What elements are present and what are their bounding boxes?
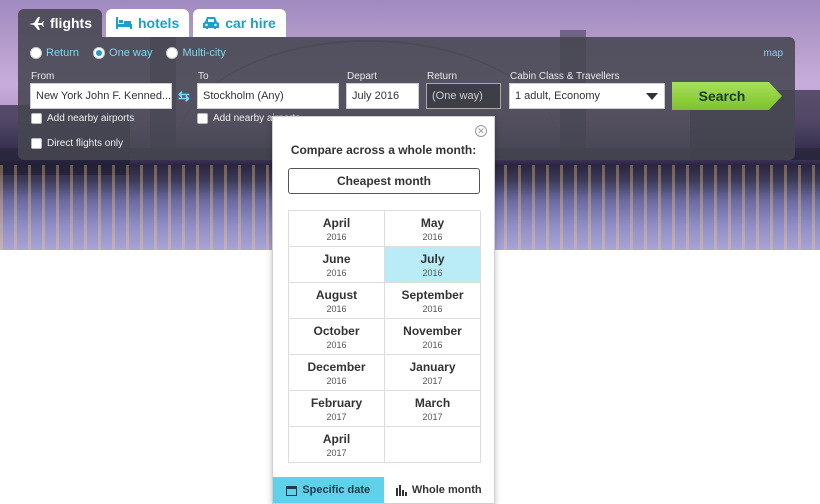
month-name: August	[315, 287, 358, 302]
radio-multi-city-dot	[166, 47, 179, 59]
direct-flights-label: Direct flights only	[47, 138, 124, 149]
bar-chart-icon	[395, 484, 407, 496]
to-label: To	[198, 71, 209, 82]
bed-icon	[116, 17, 132, 29]
month-year: 2016	[326, 267, 347, 278]
month-cell-selected[interactable]: July 2016	[385, 247, 481, 283]
plane-icon	[29, 17, 44, 30]
month-name: April	[322, 215, 351, 230]
month-name: May	[420, 215, 445, 230]
month-cell[interactable]: April 2017	[289, 427, 385, 463]
month-year: 2016	[422, 303, 443, 314]
swap-icon[interactable]: ⇆	[178, 87, 192, 105]
depart-label: Depart	[347, 71, 378, 82]
nearby-airports-from-checkbox[interactable]: Add nearby airports	[31, 113, 134, 124]
month-year: 2017	[326, 411, 347, 422]
month-year: 2016	[326, 339, 347, 350]
to-input[interactable]: Stockholm (Any)	[197, 83, 339, 109]
month-name: November	[403, 323, 462, 338]
return-label: Return	[427, 71, 458, 82]
depart-input[interactable]: July 2016	[346, 83, 419, 109]
month-year: 2017	[422, 375, 443, 386]
month-cell[interactable]: April 2016	[289, 211, 385, 247]
month-year: 2017	[326, 447, 347, 458]
month-name: July	[420, 251, 445, 266]
month-cell[interactable]: November 2016	[385, 319, 481, 355]
chevron-down-icon	[646, 93, 658, 100]
month-year: 2016	[422, 339, 443, 350]
date-mode-tabs: Specific date Whole month	[273, 477, 494, 503]
search-button[interactable]: Search	[672, 82, 782, 110]
radio-return-label: Return	[46, 47, 80, 59]
tab-flights[interactable]: flights	[18, 9, 102, 37]
nearby-airports-from-label: Add nearby airports	[47, 113, 135, 124]
month-year: 2016	[422, 231, 443, 242]
month-name: June	[322, 251, 351, 266]
tab-specific-date[interactable]: Specific date	[273, 477, 384, 503]
cabin-select[interactable]: 1 adult, Economy	[509, 83, 665, 109]
radio-multi-city[interactable]: Multi-city	[166, 47, 226, 59]
close-icon[interactable]: ✕	[475, 125, 487, 137]
month-cell[interactable]: January 2017	[385, 355, 481, 391]
radio-one-way-label: One way	[109, 47, 153, 59]
cabin-label: Cabin Class & Travellers	[510, 71, 620, 82]
radio-return[interactable]: Return	[30, 47, 79, 59]
tab-car-hire-label: car hire	[225, 15, 276, 31]
month-cell[interactable]: October 2016	[289, 319, 385, 355]
month-name: December	[307, 359, 366, 374]
cabin-select-value: 1 adult, Economy	[515, 90, 600, 102]
from-label: From	[31, 71, 55, 82]
tab-hotels[interactable]: hotels	[106, 9, 190, 37]
map-link[interactable]: map	[764, 48, 783, 59]
tab-whole-month[interactable]: Whole month	[384, 477, 495, 503]
month-year: 2016	[422, 267, 443, 278]
month-year: 2017	[422, 411, 443, 422]
month-grid: April 2016 May 2016 June 2016 July 2016 Augu…	[288, 210, 481, 463]
month-name: April	[322, 431, 351, 446]
month-cell[interactable]: June 2016	[289, 247, 385, 283]
month-year: 2016	[326, 303, 347, 314]
month-cell[interactable]: December 2016	[289, 355, 385, 391]
direct-flights-checkbox[interactable]: Direct flights only	[31, 138, 123, 149]
month-name: February	[310, 395, 363, 410]
car-icon	[203, 17, 220, 29]
month-name: January	[409, 359, 456, 374]
month-picker-popup: ✕ Compare across a whole month: Cheapest…	[272, 116, 495, 504]
tab-whole-month-label: Whole month	[411, 484, 482, 496]
month-cell-empty	[385, 427, 481, 463]
month-name: October	[313, 323, 360, 338]
tab-hotels-label: hotels	[138, 15, 180, 31]
radio-multi-city-label: Multi-city	[182, 47, 226, 59]
tab-specific-date-label: Specific date	[302, 484, 371, 496]
checkbox-box	[31, 113, 42, 124]
radio-return-dot	[30, 47, 42, 59]
checkbox-box	[197, 113, 208, 124]
tab-car-hire[interactable]: car hire	[193, 9, 286, 37]
return-input[interactable]: (One way)	[426, 83, 501, 109]
month-name: September	[401, 287, 464, 302]
month-cell[interactable]: March 2017	[385, 391, 481, 427]
tab-flights-label: flights	[50, 15, 92, 31]
month-cell[interactable]: February 2017	[289, 391, 385, 427]
month-year: 2016	[326, 375, 347, 386]
product-tabs: flights hotels car hire	[18, 9, 286, 37]
month-cell[interactable]: September 2016	[385, 283, 481, 319]
month-picker-title: Compare across a whole month:	[290, 143, 477, 157]
radio-one-way-dot	[93, 47, 106, 59]
checkbox-box	[31, 138, 42, 149]
month-year: 2016	[326, 231, 347, 242]
radio-one-way[interactable]: One way	[93, 47, 152, 59]
trip-type-radios: Return One way Multi-city	[30, 47, 226, 59]
month-cell[interactable]: May 2016	[385, 211, 481, 247]
month-name: March	[414, 395, 451, 410]
calendar-icon	[286, 485, 298, 496]
from-input[interactable]: New York John F. Kenned...	[30, 83, 172, 109]
month-cell[interactable]: August 2016	[289, 283, 385, 319]
cheapest-month-button[interactable]: Cheapest month	[288, 168, 480, 194]
